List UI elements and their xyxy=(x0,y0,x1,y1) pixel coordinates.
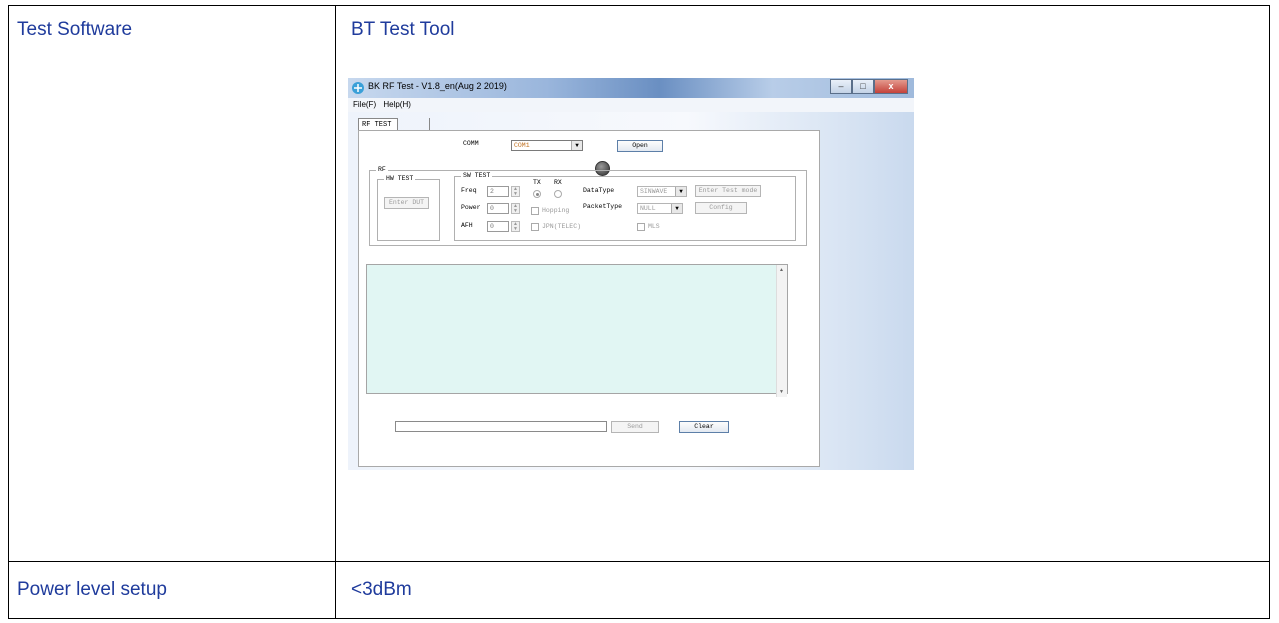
hopping-label: Hopping xyxy=(542,207,570,214)
power-label: Power xyxy=(461,204,481,211)
app-icon xyxy=(352,82,364,94)
log-output-area[interactable]: ▲ ▼ xyxy=(366,264,788,397)
tx-label: TX xyxy=(533,179,541,186)
afh-label: AFH xyxy=(461,222,473,229)
mls-label: MLS xyxy=(648,223,660,230)
chevron-down-icon: ▼ xyxy=(671,204,682,213)
chevron-down-icon: ▼ xyxy=(675,187,686,196)
window-title: BK RF Test - V1.8_en(Aug 2 2019) xyxy=(368,81,507,91)
app-window-screenshot: BK RF Test - V1.8_en(Aug 2 2019) – □ x F… xyxy=(348,78,914,470)
comm-port-value: COM1 xyxy=(514,142,530,149)
enter-test-mode-button[interactable]: Enter Test mode xyxy=(695,185,761,197)
open-button[interactable]: Open xyxy=(617,140,663,152)
power-spin-icon[interactable]: ▲ ▼ xyxy=(511,203,520,214)
menu-help[interactable]: Help(H) xyxy=(383,98,411,112)
maximize-button[interactable]: □ xyxy=(852,79,874,94)
datatype-select[interactable]: SINWAVE ▼ xyxy=(637,186,687,197)
jpn-label: JPN(TELEC) xyxy=(542,223,582,230)
table-row-power-level: Power level setup <3dBm xyxy=(9,562,1269,618)
rx-radio[interactable] xyxy=(554,190,562,198)
datatype-value: SINWAVE xyxy=(640,188,668,195)
freq-value: 2 xyxy=(490,188,494,195)
menu-bar: File(F) Help(H) xyxy=(348,98,914,112)
freq-input[interactable]: 2 xyxy=(487,186,509,197)
rf-group-label: RF xyxy=(376,166,388,173)
comm-label: COMM xyxy=(463,140,479,147)
row-value-test-software: BT Test Tool xyxy=(351,19,455,40)
datatype-label: DataType xyxy=(583,187,615,194)
afh-spin-icon[interactable]: ▲ ▼ xyxy=(511,221,520,232)
minimize-button[interactable]: – xyxy=(830,79,852,94)
sw-test-label: SW TEST xyxy=(461,172,493,179)
window-client: RF TEST COMM COM1 ▼ Open RF HW TEST Ente… xyxy=(348,112,914,470)
send-command-input[interactable] xyxy=(395,421,607,432)
sw-test-group: SW TEST Freq 2 ▲ ▼ Power 0 ▲ ▼ AFH 0 ▲ ▼ TX… xyxy=(454,172,796,241)
hw-test-group: HW TEST Enter DUT xyxy=(377,175,440,241)
config-button[interactable]: Config xyxy=(695,202,747,214)
rf-test-panel: COMM COM1 ▼ Open RF HW TEST Enter DUT SW… xyxy=(358,130,820,467)
rx-label: RX xyxy=(554,179,562,186)
window-titlebar: BK RF Test - V1.8_en(Aug 2 2019) – □ x xyxy=(348,78,914,98)
row-label-power-level: Power level setup xyxy=(17,579,167,600)
row-label-test-software: Test Software xyxy=(17,19,133,40)
afh-value: 0 xyxy=(490,223,494,230)
close-button[interactable]: x xyxy=(874,79,908,94)
column-divider xyxy=(335,6,336,618)
rf-group: RF HW TEST Enter DUT SW TEST Freq 2 ▲ ▼ P… xyxy=(369,166,807,246)
scroll-down-icon[interactable]: ▼ xyxy=(779,389,784,395)
afh-input[interactable]: 0 xyxy=(487,221,509,232)
hopping-checkbox[interactable] xyxy=(531,207,539,215)
menu-file[interactable]: File(F) xyxy=(353,98,376,112)
log-scrollbar[interactable]: ▲ ▼ xyxy=(776,265,787,397)
clear-button[interactable]: Clear xyxy=(679,421,729,433)
hw-test-label: HW TEST xyxy=(384,175,416,182)
send-button[interactable]: Send xyxy=(611,421,659,433)
comm-port-select[interactable]: COM1 ▼ xyxy=(511,140,583,151)
scroll-up-icon[interactable]: ▲ xyxy=(779,267,784,273)
window-controls: – □ x xyxy=(830,79,908,94)
row-value-power-level: <3dBm xyxy=(351,579,412,600)
freq-label: Freq xyxy=(461,187,477,194)
power-input[interactable]: 0 xyxy=(487,203,509,214)
mls-checkbox[interactable] xyxy=(637,223,645,231)
jpn-checkbox[interactable] xyxy=(531,223,539,231)
enter-dut-button[interactable]: Enter DUT xyxy=(384,197,429,209)
power-value: 0 xyxy=(490,205,494,212)
tx-radio[interactable] xyxy=(533,190,541,198)
packettype-label: PacketType xyxy=(583,203,623,210)
packettype-value: NULL xyxy=(640,205,656,212)
chevron-down-icon: ▼ xyxy=(571,141,582,150)
packettype-select[interactable]: NULL ▼ xyxy=(637,203,683,214)
freq-spin-icon[interactable]: ▲ ▼ xyxy=(511,186,520,197)
